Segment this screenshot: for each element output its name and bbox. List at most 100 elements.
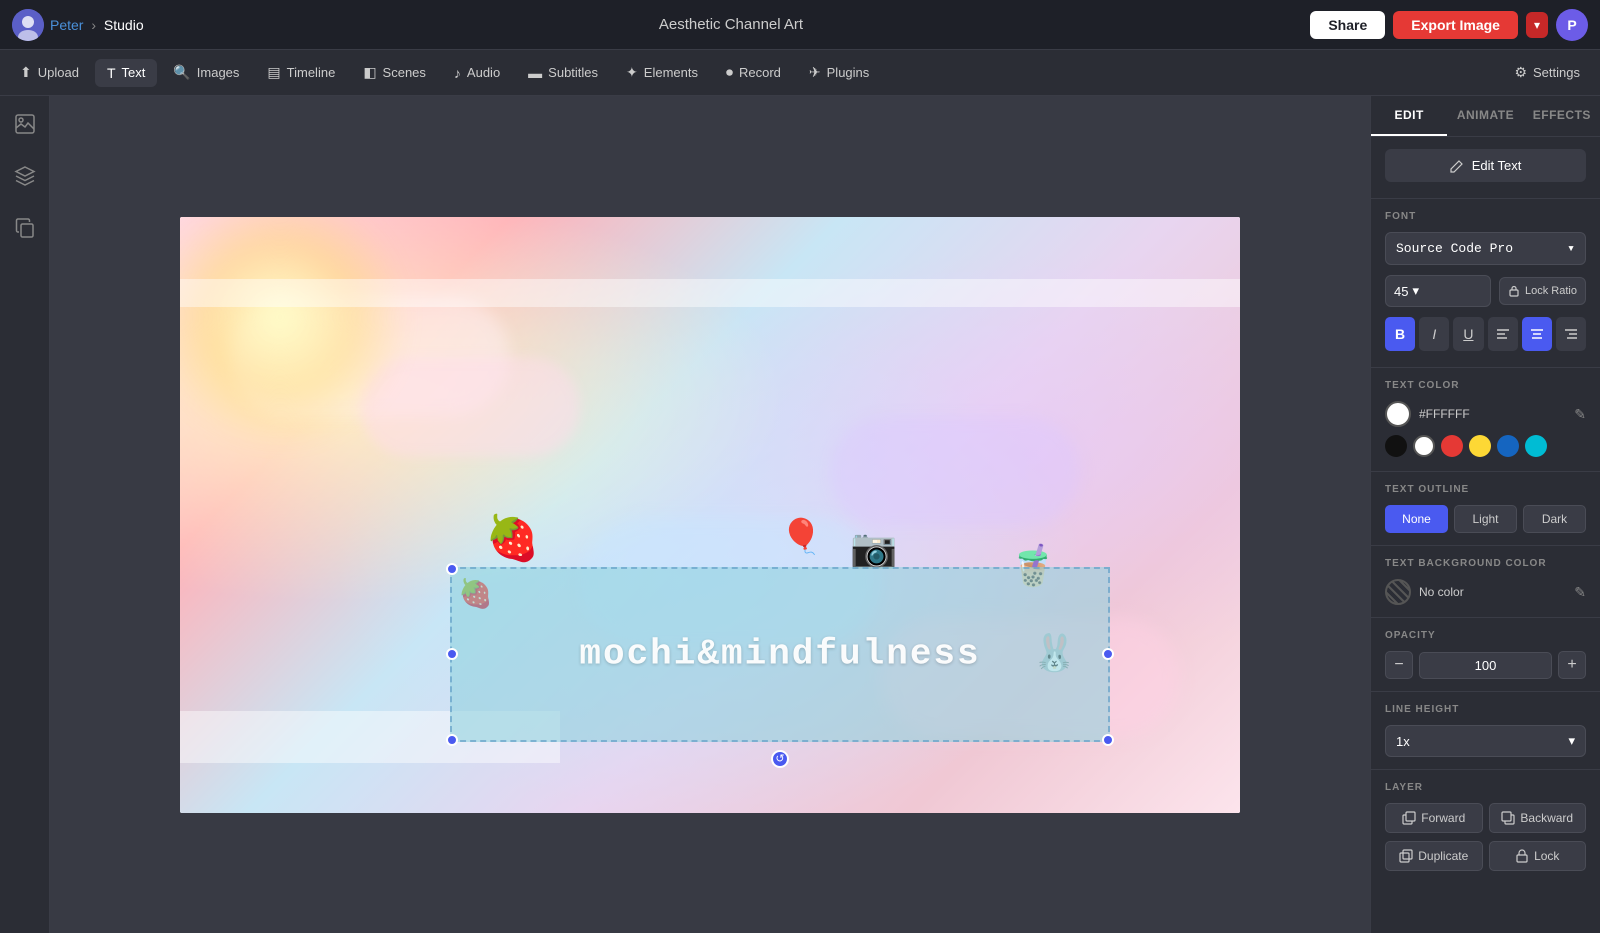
text-button[interactable]: T Text <box>95 59 157 87</box>
pencil-icon <box>1450 159 1464 173</box>
opacity-section: OPACITY − 100 + <box>1371 618 1600 692</box>
handle-top-left[interactable] <box>446 563 458 575</box>
color-picker-icon[interactable]: ✎ <box>1574 406 1586 423</box>
lock-layer-icon <box>1515 849 1529 863</box>
subtitles-button[interactable]: ▬ Subtitles <box>516 59 610 87</box>
layer-label: LAYER <box>1385 782 1586 793</box>
handle-mid-left[interactable] <box>446 648 458 660</box>
color-row: #FFFFFF ✎ <box>1385 401 1586 427</box>
sidebar-icon-copy[interactable] <box>9 212 41 244</box>
handle-mid-right[interactable] <box>1102 648 1114 660</box>
opacity-minus-button[interactable]: − <box>1385 651 1413 679</box>
handle-bottom-left[interactable] <box>446 734 458 746</box>
canvas-area[interactable]: 🍓 🍓 🎈 📷 🧋 🐰 mochi&mindfulness ↺ <box>50 96 1370 933</box>
text-color-section: TEXT COLOR #FFFFFF ✎ <box>1371 368 1600 472</box>
preset-white[interactable] <box>1413 435 1435 457</box>
topbar-actions: Share Export Image ▾ P <box>1310 9 1588 41</box>
images-icon: 🔍 <box>173 64 190 81</box>
format-row: B I U <box>1385 317 1586 351</box>
plugins-button[interactable]: ✈ Plugins <box>797 58 881 87</box>
elements-button[interactable]: ✦ Elements <box>614 58 710 87</box>
bg-color-picker-icon[interactable]: ✎ <box>1574 584 1586 601</box>
outline-none-button[interactable]: None <box>1385 505 1448 533</box>
layer-row-2: Duplicate Lock <box>1385 841 1586 871</box>
text-bg-section: TEXT BACKGROUND COLOR No color ✎ <box>1371 546 1600 618</box>
underline-button[interactable]: U <box>1453 317 1483 351</box>
preset-cyan[interactable] <box>1525 435 1547 457</box>
font-selector[interactable]: Source Code Pro ▾ <box>1385 232 1586 265</box>
no-color-label: No color <box>1419 585 1464 599</box>
align-center-button[interactable] <box>1522 317 1552 351</box>
preset-yellow[interactable] <box>1469 435 1491 457</box>
bold-button[interactable]: B <box>1385 317 1415 351</box>
opacity-row: − 100 + <box>1385 651 1586 679</box>
font-size-row: 45 ▾ Lock Ratio <box>1385 275 1586 307</box>
sticker-balloon[interactable]: 🎈 <box>780 517 822 557</box>
canvas-text: mochi&mindfulness <box>579 634 980 675</box>
italic-button[interactable]: I <box>1419 317 1449 351</box>
cloud-4 <box>830 417 1080 527</box>
timeline-button[interactable]: ▤ Timeline <box>255 58 347 87</box>
upload-icon: ⬆ <box>20 64 32 81</box>
no-color-swatch[interactable] <box>1385 579 1411 605</box>
chevron-down-icon: ▾ <box>1567 241 1575 256</box>
line-height-label: LINE HEIGHT <box>1385 704 1586 715</box>
canvas[interactable]: 🍓 🍓 🎈 📷 🧋 🐰 mochi&mindfulness ↺ <box>180 217 1240 813</box>
sticker-camera[interactable]: 📷 <box>850 527 897 571</box>
plugins-icon: ✈ <box>809 64 821 81</box>
right-panel: EDIT ANIMATE EFFECTS Edit Text FONT Sour… <box>1370 96 1600 933</box>
layer-row-1: Forward Backward <box>1385 803 1586 833</box>
font-size-selector[interactable]: 45 ▾ <box>1385 275 1491 307</box>
preset-black[interactable] <box>1385 435 1407 457</box>
forward-icon <box>1402 811 1416 825</box>
edit-text-button[interactable]: Edit Text <box>1385 149 1586 182</box>
export-dropdown-button[interactable]: ▾ <box>1526 12 1548 38</box>
text-color-label: TEXT COLOR <box>1385 380 1586 391</box>
upload-button[interactable]: ⬆ Upload <box>8 58 91 87</box>
breadcrumb: Peter › Studio <box>50 17 144 33</box>
tab-effects[interactable]: EFFECTS <box>1524 96 1600 136</box>
user-avatar-brand[interactable] <box>12 9 44 41</box>
settings-button[interactable]: ⚙ Settings <box>1502 58 1592 87</box>
tab-edit[interactable]: EDIT <box>1371 96 1447 136</box>
share-button[interactable]: Share <box>1310 11 1385 39</box>
align-right-button[interactable] <box>1556 317 1586 351</box>
selected-text-box[interactable]: mochi&mindfulness ↺ <box>450 567 1110 742</box>
backward-button[interactable]: Backward <box>1489 803 1587 833</box>
edit-text-section: Edit Text <box>1371 137 1600 199</box>
scenes-button[interactable]: ◧ Scenes <box>351 58 438 87</box>
sticker-strawberry[interactable]: 🍓 <box>485 512 540 564</box>
outline-light-button[interactable]: Light <box>1454 505 1517 533</box>
lock-button[interactable]: Lock <box>1489 841 1587 871</box>
line-height-selector[interactable]: 1x ▾ <box>1385 725 1586 757</box>
opacity-plus-button[interactable]: + <box>1558 651 1586 679</box>
handle-bottom-right[interactable] <box>1102 734 1114 746</box>
sidebar-icon-layers[interactable] <box>9 160 41 192</box>
align-left-button[interactable] <box>1488 317 1518 351</box>
preset-red[interactable] <box>1441 435 1463 457</box>
forward-button[interactable]: Forward <box>1385 803 1483 833</box>
font-section-label: FONT <box>1385 211 1586 222</box>
record-button[interactable]: ⏺ Record <box>714 58 793 87</box>
sidebar-icon-image[interactable] <box>9 108 41 140</box>
chevron-down-icon-size: ▾ <box>1412 283 1419 299</box>
color-swatch-main[interactable] <box>1385 401 1411 427</box>
settings-icon: ⚙ <box>1514 64 1527 81</box>
preset-blue[interactable] <box>1497 435 1519 457</box>
tab-animate[interactable]: ANIMATE <box>1447 96 1523 136</box>
user-menu-button[interactable]: P <box>1556 9 1588 41</box>
duplicate-button[interactable]: Duplicate <box>1385 841 1483 871</box>
export-button[interactable]: Export Image <box>1393 11 1518 39</box>
left-sidebar <box>0 96 50 933</box>
duplicate-icon <box>1399 849 1413 863</box>
lock-icon <box>1508 285 1520 297</box>
audio-button[interactable]: ♪ Audio <box>442 59 512 87</box>
images-button[interactable]: 🔍 Images <box>161 58 251 87</box>
handle-rotate[interactable]: ↺ <box>771 750 789 768</box>
color-hex-value: #FFFFFF <box>1419 407 1566 421</box>
subtitles-icon: ▬ <box>528 65 542 81</box>
no-color-row: No color ✎ <box>1385 579 1586 605</box>
layer-section: LAYER Forward Backward Duplicate <box>1371 770 1600 891</box>
outline-dark-button[interactable]: Dark <box>1523 505 1586 533</box>
lock-ratio-button[interactable]: Lock Ratio <box>1499 277 1586 305</box>
